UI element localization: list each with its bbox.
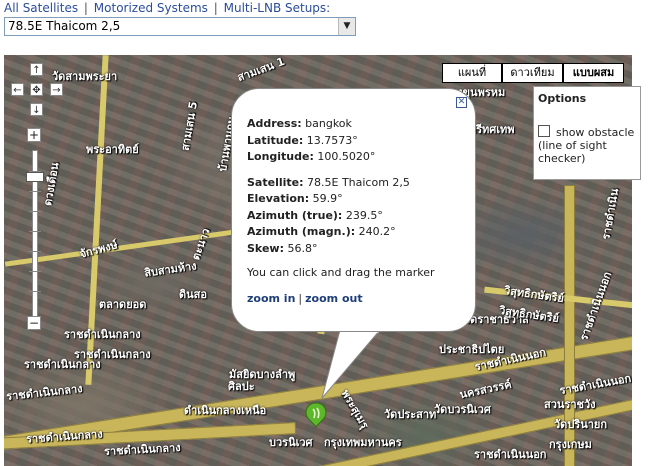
map-label: ตะนาว: [189, 226, 213, 262]
address-label: Address:: [247, 117, 302, 130]
map-label: สามเสน 1: [235, 55, 287, 85]
arrow-left-icon[interactable]: ←: [11, 83, 24, 96]
azimuth-true-row: Azimuth (true): 239.5°: [247, 208, 435, 225]
show-obstacle-row[interactable]: show obstacle (line of sight checker): [538, 125, 636, 165]
azimuth-true-label: Azimuth (true):: [247, 208, 343, 222]
latitude-label: Latitude:: [247, 133, 304, 147]
azimuth-magn-label: Azimuth (magn.):: [247, 225, 356, 238]
longitude-label: Longitude:: [247, 150, 314, 163]
map-label: บวรนิเวศ: [269, 436, 313, 449]
options-title: Options: [538, 92, 587, 105]
close-icon[interactable]: ✕: [456, 97, 467, 108]
elevation-value: 59.9°: [312, 192, 343, 205]
nav-separator: |: [213, 1, 218, 15]
zoom-tick: [29, 251, 41, 252]
options-panel: Options show obstacle (line of sight che…: [533, 86, 641, 180]
satellite-select-value: 78.5E Thaicom 2,5: [8, 19, 121, 33]
map-label: วัดบวรนิเวศ: [434, 403, 491, 416]
map-label: ตลาดยอด: [99, 298, 147, 311]
skew-label: Skew:: [247, 241, 284, 255]
all-satellites-link[interactable]: All Satellites: [4, 1, 78, 15]
multi-lnb-setups-link[interactable]: Multi-LNB Setups:: [224, 1, 331, 15]
azimuth-magn-value: 240.2°: [358, 225, 396, 238]
map-label: ดินสอ: [179, 288, 207, 301]
satellite-row: Satellite: 78.5E Thaicom 2,5: [247, 175, 435, 192]
map-label: มัสยิดบางลำพู: [229, 368, 296, 381]
zoom-out-link[interactable]: zoom out: [305, 292, 362, 305]
map-label: ราชดำเนินกลาง: [5, 382, 84, 403]
satellite-value: 78.5E Thaicom 2,5: [307, 175, 410, 189]
maptype-hybrid-button[interactable]: แบบผสม: [563, 63, 624, 83]
zoom-out-icon[interactable]: −: [27, 316, 41, 330]
arrow-right-icon[interactable]: →: [50, 83, 63, 96]
zoom-tick: [29, 231, 41, 232]
map-label: ราชดำเนินกลาง: [103, 441, 181, 458]
zoom-tick: [29, 211, 41, 212]
skew-row: Skew: 56.8°: [247, 241, 435, 258]
zoom-in-icon[interactable]: +: [27, 128, 41, 142]
latitude-value: 13.7573°: [306, 133, 358, 147]
zoom-slider-thumb[interactable]: [26, 172, 44, 182]
satellite-select[interactable]: 78.5E Thaicom 2,5 ▼: [4, 17, 356, 36]
zoom-tick: [29, 191, 41, 192]
satellite-nav: All Satellites | Motorized Systems | Mul…: [4, 1, 330, 15]
map-label: พระสุเมรุ: [338, 387, 372, 431]
map-label: กรุงเทพมหานคร: [324, 436, 402, 449]
map-label: ประชาธิปไตย: [439, 343, 505, 356]
nav-separator: |: [83, 1, 88, 15]
zoom-tick: [29, 291, 41, 292]
show-obstacle-label: show obstacle (line of sight checker): [538, 126, 635, 165]
arrow-up-icon[interactable]: ↑: [30, 63, 43, 76]
maptype-map-button[interactable]: แผนที่: [442, 63, 502, 83]
map-label: วัดประสาท: [384, 408, 437, 421]
map-label: ราชดำเนิน: [599, 187, 622, 241]
map-label: สวนราชวัง: [544, 398, 596, 411]
map-label: พระอาทิตย์: [86, 143, 139, 156]
popup-info: Address: bangkok Latitude: 13.7573° Long…: [247, 116, 435, 282]
chevron-down-icon[interactable]: ▼: [338, 18, 355, 35]
map-label: ราชดำเนินกลาง: [24, 358, 101, 371]
azimuth-magn-row: Azimuth (magn.): 240.2°: [247, 224, 435, 241]
map-label: สามเสน 5: [178, 100, 201, 152]
satellite-label: Satellite:: [247, 175, 304, 189]
maptype-satellite-button[interactable]: ดาวเทียม: [502, 63, 563, 83]
map-label: จักรพงษ์: [78, 238, 120, 261]
azimuth-true-value: 239.5°: [345, 208, 383, 222]
drag-marker-note: You can click and drag the marker: [247, 266, 435, 279]
arrow-down-icon[interactable]: ↓: [30, 103, 43, 116]
motorized-systems-link[interactable]: Motorized Systems: [94, 1, 208, 15]
elevation-label: Elevation:: [247, 192, 310, 205]
zoom-in-link[interactable]: zoom in: [247, 292, 295, 305]
map-marker-icon[interactable]: [304, 402, 328, 428]
address-value: bangkok: [305, 117, 352, 130]
show-obstacle-checkbox[interactable]: [538, 125, 550, 137]
address-row: Address: bangkok: [247, 116, 435, 133]
popup-zoom-links: zoom in | zoom out: [247, 292, 363, 305]
zoom-tick: [29, 271, 41, 272]
map-label: วัดปรินายก: [554, 418, 608, 431]
longitude-value: 100.5020°: [317, 150, 376, 163]
skew-value: 56.8°: [287, 241, 318, 255]
longitude-row: Longitude: 100.5020°: [247, 149, 435, 166]
map-label: นครสวรรค์: [458, 377, 513, 402]
map-label: ราชดำเนินนอก: [577, 269, 615, 343]
latitude-row: Latitude: 13.7573°: [247, 133, 435, 150]
center-icon[interactable]: ✥: [30, 83, 43, 96]
map-label: สิบสามห้าง: [143, 259, 198, 280]
map-label: ราชดำเนินกลาง: [64, 328, 141, 341]
elevation-row: Elevation: 59.9°: [247, 191, 435, 208]
map-label: ดำเนินกลางเหนือ: [184, 404, 267, 417]
zoom-link-separator: |: [298, 292, 303, 305]
map-label: ราชดำเนินนอก: [474, 448, 547, 461]
map-label: กรุงเกษม: [549, 438, 592, 451]
map-label: ดวงเดือน: [41, 161, 62, 207]
